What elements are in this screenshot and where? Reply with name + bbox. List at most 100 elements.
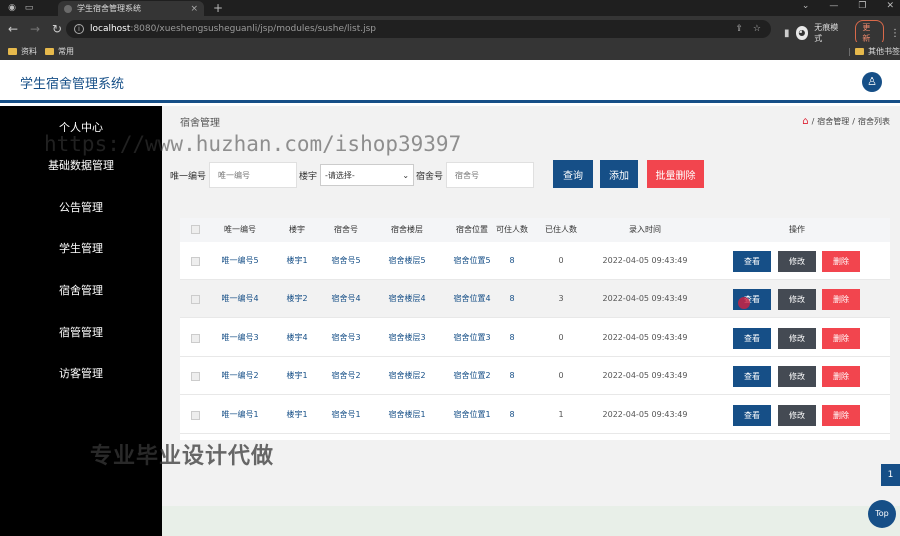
select-all-checkbox[interactable] — [191, 225, 200, 234]
sidebar-item-label: 基础数据管理 — [48, 158, 114, 172]
main-content: 宿舍管理 ⌂ / 宿舍管理 / 宿舍列表 唯一编号 楼宇 -请选择- ⌄ 宿舍号… — [162, 106, 900, 536]
delete-button[interactable]: 删除 — [822, 366, 860, 387]
cell-floor: 宿舍楼层3 — [388, 333, 426, 342]
cell-building: 楼宇4 — [286, 333, 308, 342]
edit-button[interactable]: 修改 — [778, 328, 816, 349]
edit-button[interactable]: 修改 — [778, 251, 816, 272]
sidebar-item-dorm-managers[interactable]: 宿管管理 — [0, 311, 162, 352]
new-tab-icon[interactable]: + — [213, 1, 223, 15]
delete-button[interactable]: 删除 — [822, 405, 860, 426]
window-dropdown-icon[interactable]: ⌄ — [802, 1, 810, 11]
folder-icon — [8, 47, 17, 55]
site-info-icon[interactable]: i — [74, 24, 84, 34]
url-watermark: https://www.huzhan.com/ishop39397 — [44, 132, 462, 156]
add-button[interactable]: 添加 — [600, 160, 638, 188]
sidebar-item-notices[interactable]: 公告管理 — [0, 186, 162, 227]
table-row: 唯一编号3 楼宇4 宿舍号3 宿舍楼层3 宿舍位置3 8 0 2022-04-05 09:43… — [180, 319, 890, 357]
mouse-cursor-highlight — [738, 297, 750, 309]
browser-tab-bar: ◉ ▭ 学生宿舍管理系统 × + ⌄ — ❐ ✕ — [0, 0, 900, 16]
folder-icon — [45, 47, 54, 55]
cell-floor: 宿舍楼层4 — [388, 294, 426, 303]
cell-capacity: 8 — [509, 333, 515, 342]
url-path: :8080/xueshengsusheguanli/jsp/modules/su… — [130, 24, 377, 34]
window-minimize-icon[interactable]: — — [829, 1, 838, 11]
code-label: 唯一编号 — [170, 171, 207, 182]
bottom-strip — [162, 506, 900, 536]
sidepanel-icon[interactable]: ▮ — [784, 28, 790, 39]
home-icon[interactable]: ⌂ — [802, 116, 808, 127]
browser-menu-icon[interactable]: ⋮ — [890, 28, 900, 39]
bookmark-label: 资料 — [21, 46, 37, 56]
cell-occupied: 3 — [558, 294, 564, 303]
cell-room: 宿舍号4 — [331, 294, 361, 303]
building-select[interactable]: -请选择- ⌄ — [320, 164, 415, 186]
cell-building: 楼宇1 — [286, 256, 308, 265]
cell-capacity: 8 — [509, 410, 515, 419]
bookmark-star-icon[interactable]: ☆ — [753, 24, 761, 34]
row-checkbox[interactable] — [191, 334, 200, 343]
batch-delete-button[interactable]: 批量删除 — [647, 160, 704, 188]
back-to-top-button[interactable]: Top — [868, 500, 896, 528]
reload-icon[interactable]: ↻ — [48, 22, 66, 36]
back-icon[interactable]: ← — [4, 22, 22, 36]
table-header: 唯一编号 楼宇 宿舍号 宿舍楼层 宿舍位置 可住人数 已住人数 录入时间 操作 — [180, 218, 890, 242]
pagination-page-1[interactable]: 1 — [881, 464, 900, 486]
bookmark-folder-other[interactable]: | 其他书签 — [848, 46, 900, 57]
bookmark-folder-ziliao[interactable]: 资料 — [8, 46, 37, 57]
row-checkbox[interactable] — [191, 372, 200, 381]
page-title: 宿舍管理 — [180, 117, 220, 129]
window-restore-icon[interactable]: ❐ — [858, 1, 866, 11]
chevron-down-icon: ⌄ — [402, 170, 410, 180]
sidebar-item-label: 宿管管理 — [59, 325, 103, 339]
view-button[interactable]: 查看 — [733, 366, 771, 387]
browser-toolbar: ← → ↻ i localhost :8080/xueshengsushegua… — [0, 16, 900, 46]
delete-button[interactable]: 删除 — [822, 251, 860, 272]
query-button[interactable]: 查询 — [553, 160, 593, 188]
breadcrumb: ⌂ / 宿舍管理 / 宿舍列表 — [802, 116, 890, 127]
row-checkbox[interactable] — [191, 295, 200, 304]
tab-close-icon[interactable]: × — [190, 4, 198, 14]
code-input[interactable] — [209, 162, 298, 188]
breadcrumb-item-dorm-management[interactable]: 宿舍管理 — [817, 116, 849, 127]
window-close-icon[interactable]: ✕ — [886, 1, 894, 11]
share-icon[interactable]: ⇪ — [735, 24, 743, 34]
delete-button[interactable]: 删除 — [822, 328, 860, 349]
room-input[interactable] — [446, 162, 535, 188]
building-select-value: -请选择- — [325, 170, 355, 180]
sidebar-item-visitors[interactable]: 访客管理 — [0, 352, 162, 393]
tab-favicon-icon — [64, 4, 72, 13]
sidebar-item-students[interactable]: 学生管理 — [0, 227, 162, 268]
browser-app-icon[interactable]: ◉ — [7, 3, 17, 13]
cell-time: 2022-04-05 09:43:49 — [602, 410, 688, 419]
user-avatar-icon[interactable]: ♙ — [862, 72, 882, 92]
incognito-icon[interactable]: ◕ — [795, 26, 809, 40]
sidebar-item-dorms[interactable]: 宿舍管理 — [0, 269, 162, 310]
cell-capacity: 8 — [509, 256, 515, 265]
view-button[interactable]: 查看 — [733, 328, 771, 349]
edit-button[interactable]: 修改 — [778, 366, 816, 387]
column-header: 楼宇 — [289, 225, 305, 234]
row-checkbox[interactable] — [191, 257, 200, 266]
column-header: 操作 — [789, 225, 805, 234]
cell-occupied: 0 — [558, 333, 564, 342]
edit-button[interactable]: 修改 — [778, 405, 816, 426]
forward-icon[interactable]: → — [26, 22, 44, 36]
tab-strip-icon[interactable]: ▭ — [24, 3, 34, 13]
sidebar-item-label: 宿舍管理 — [59, 283, 103, 297]
sidebar-item-label: 学生管理 — [59, 241, 103, 255]
row-checkbox[interactable] — [191, 411, 200, 420]
url-host: localhost — [90, 24, 131, 34]
folder-icon — [855, 47, 864, 55]
browser-tab[interactable]: 学生宿舍管理系统 × — [58, 1, 204, 16]
delete-button[interactable]: 删除 — [822, 289, 860, 310]
column-header: 可住人数 — [496, 225, 528, 234]
sidebar-item-label: 访客管理 — [59, 366, 103, 380]
view-button[interactable]: 查看 — [733, 251, 771, 272]
bookmark-folder-changyong[interactable]: 常用 — [45, 46, 74, 57]
view-button[interactable]: 查看 — [733, 405, 771, 426]
tab-title: 学生宿舍管理系统 — [77, 4, 141, 13]
cell-occupied: 0 — [558, 256, 564, 265]
address-bar[interactable]: i localhost :8080/xueshengsusheguanli/js… — [66, 20, 771, 38]
edit-button[interactable]: 修改 — [778, 289, 816, 310]
cell-room: 宿舍号2 — [331, 371, 361, 380]
